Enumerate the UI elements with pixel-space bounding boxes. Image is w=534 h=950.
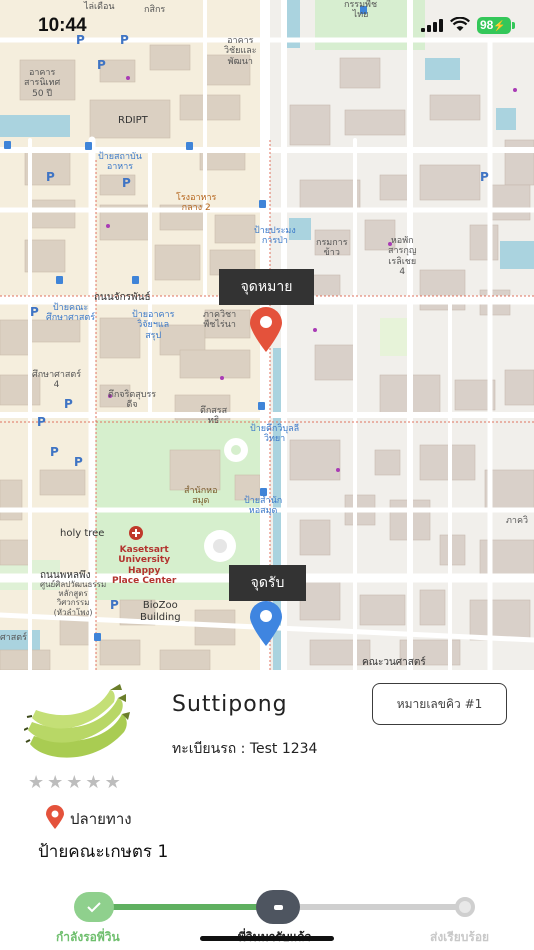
parking-icon: P — [74, 455, 83, 469]
map-label: ป้ายสำนัก หอสมุด — [244, 496, 283, 517]
map-label: โรงอาหาร กลาง 2 — [176, 193, 217, 214]
driver-info-sheet: Suttipong ทะเบียนรถ : Test 1234 หมายเลขค… — [0, 670, 534, 950]
parking-icon: P — [480, 170, 489, 184]
star-icon[interactable]: ★ — [105, 773, 121, 793]
destination-label: ปลายทาง — [70, 810, 132, 828]
map-label: RDIPT — [118, 115, 148, 126]
map-label: ศาสตร์ — [0, 633, 27, 643]
parking-icon: P — [97, 58, 106, 72]
map-label: ภาควิชา พืชไร่นา — [203, 310, 237, 331]
map-label: ภาควิ — [506, 516, 529, 526]
license-plate-value: Test 1234 — [249, 741, 318, 757]
license-plate: ทะเบียนรถ : Test 1234 — [172, 738, 317, 760]
star-icon[interactable]: ★ — [28, 773, 44, 793]
destination-pin-callout: จุดหมาย — [219, 269, 314, 305]
step-waiting-dot — [74, 892, 114, 922]
location-marker-icon — [46, 805, 64, 829]
destination-pin-icon[interactable] — [248, 306, 284, 352]
map-label: ป้ายคณะ ศึกษาศาสตร์ — [46, 303, 96, 324]
status-time: 10:44 — [38, 15, 87, 36]
parking-icon: P — [110, 598, 119, 612]
driver-avatar-banana-image — [24, 684, 130, 758]
step-delivered-label: ส่งเรียบร้อย — [430, 930, 490, 944]
step-picked-up-dot — [256, 890, 300, 924]
home-indicator[interactable] — [200, 936, 334, 941]
map-label: ป้ายตึกวิบุลลี วิทยา — [250, 424, 300, 445]
driver-name: Suttipong — [172, 692, 288, 717]
map-label: ศูนย์ศิลปวัฒนธรรม หลักสูตร วิศวกรรม (หัว… — [40, 580, 107, 617]
battery-icon: 98⚡ — [477, 17, 511, 34]
license-plate-label: ทะเบียนรถ : — [172, 741, 250, 757]
battery-level: 98 — [480, 18, 494, 32]
parking-icon: P — [30, 305, 39, 319]
pickup-pin-callout: จุดรับ — [229, 565, 306, 601]
parking-icon: P — [64, 397, 73, 411]
destination-place: ป้ายคณะเกษตร 1 — [38, 842, 169, 862]
parking-icon: P — [50, 445, 59, 459]
parking-icon: P — [37, 415, 46, 429]
map-label: ตึกสรส ทธิ — [200, 406, 228, 427]
motorbike-icon — [274, 905, 283, 910]
map-label: หอพัก สารกุญ เรลิเชย 4 — [388, 236, 417, 278]
map-label: กรมการ ข้าว — [316, 238, 348, 259]
map-label: BioZoo Building — [140, 600, 181, 623]
map-label: holy tree — [60, 528, 105, 539]
map-label: ป้ายอาคาร วิจัยฯแล สรุป — [132, 310, 175, 341]
parking-icon: P — [122, 176, 131, 190]
star-icon[interactable]: ★ — [47, 773, 63, 793]
map-label: ตึกจริตสุบรร ดีจ — [108, 390, 157, 411]
star-icon[interactable]: ★ — [66, 773, 82, 793]
parking-icon: P — [46, 170, 55, 184]
map-label: คณะวนศาสตร์ — [362, 657, 426, 668]
map-label: ป้ายประมง การป่า — [254, 226, 296, 247]
map-label: ป้ายสถาบัน อาหาร — [98, 152, 142, 173]
wifi-icon — [450, 17, 470, 31]
map-label: อาคาร สารนิเทศ 50 ปี — [24, 68, 61, 99]
driver-rating[interactable]: ★ ★ ★ ★ ★ — [28, 773, 121, 793]
battery-tip — [512, 22, 515, 29]
step-delivered-dot — [455, 897, 475, 917]
cellular-signal-icon — [421, 19, 443, 32]
pickup-pin-icon[interactable] — [248, 600, 284, 646]
trip-progress-fill — [94, 904, 280, 910]
star-icon[interactable]: ★ — [85, 773, 101, 793]
map-view[interactable]: P P P P P P P P P P P P ไล่เดือน กสิกร อ… — [0, 0, 534, 670]
map-label: Kasetsart University Happy Place Center — [112, 545, 177, 587]
status-bar: 10:44 98⚡ — [0, 0, 534, 52]
checkmark-icon — [87, 902, 101, 913]
map-label: สำนักหอ สมุด — [184, 486, 218, 507]
map-label: ถนนจักรพันธ์ — [94, 292, 151, 303]
queue-number-button[interactable]: หมายเลขคิว #1 — [372, 683, 507, 725]
map-label: ศึกษาศาสตร์ 4 — [32, 370, 82, 391]
step-waiting-label: กำลังรอพี่วิน — [56, 930, 120, 944]
